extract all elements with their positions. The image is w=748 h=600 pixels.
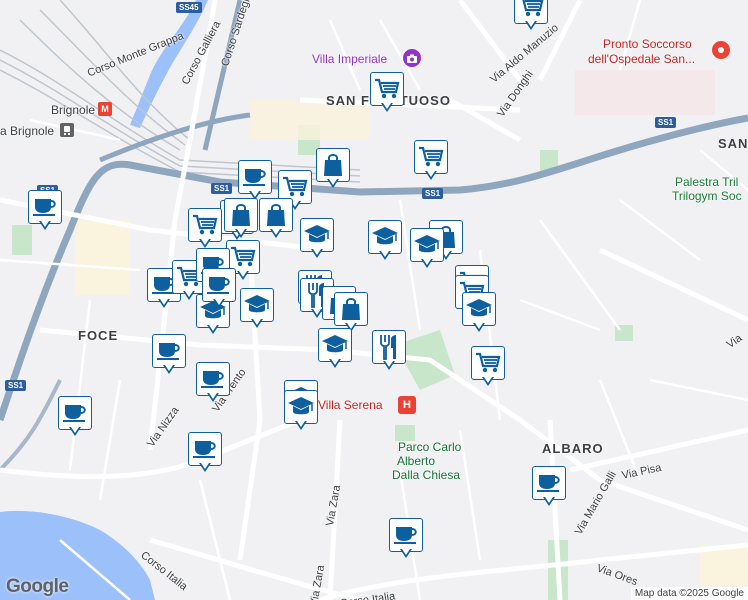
restaurant-marker[interactable] — [372, 330, 406, 372]
shopping-bag-marker[interactable] — [224, 198, 258, 240]
school-marker[interactable] — [300, 218, 334, 260]
shopping-cart-marker[interactable] — [370, 72, 404, 114]
coffee-icon — [188, 432, 222, 466]
coffee-icon — [58, 396, 92, 430]
coffee-icon — [238, 160, 272, 194]
hospital-pin-icon[interactable] — [712, 41, 730, 59]
hospital-icon[interactable]: H — [398, 396, 416, 414]
camera-icon[interactable] — [403, 49, 421, 67]
coffee-marker[interactable] — [238, 160, 272, 202]
shopping-cart-icon — [370, 72, 404, 106]
school-marker[interactable] — [240, 288, 274, 330]
school-icon — [368, 220, 402, 254]
poi-label: Palestra Tril — [675, 175, 739, 189]
school-icon — [462, 292, 496, 326]
train-station-icon[interactable] — [60, 123, 74, 137]
school-icon — [284, 390, 318, 424]
coffee-marker[interactable] — [58, 396, 92, 438]
poi-label: dell'Ospedale San... — [588, 52, 696, 66]
park-label: Dalla Chiesa — [392, 468, 461, 482]
ss1-shield: SS1 — [655, 117, 677, 128]
school-icon — [300, 218, 334, 252]
poi-label: Pronto Soccorso — [603, 37, 692, 51]
coffee-marker[interactable] — [202, 268, 236, 310]
coffee-icon — [28, 190, 62, 224]
station-label: a Brignole — [0, 124, 55, 138]
poi-label: Villa Serena — [318, 398, 383, 412]
shopping-bag-icon — [224, 198, 258, 232]
coffee-marker[interactable] — [196, 362, 230, 404]
coffee-marker[interactable] — [389, 518, 423, 560]
shopping-cart-marker[interactable] — [188, 208, 222, 250]
ss1-shield: SS1 — [211, 183, 233, 194]
coffee-marker[interactable] — [532, 466, 566, 508]
school-marker[interactable] — [284, 390, 318, 432]
shopping-bag-icon — [259, 198, 293, 232]
coffee-icon — [532, 466, 566, 500]
ss45-shield: SS45 — [176, 2, 202, 13]
coffee-icon — [196, 362, 230, 396]
school-marker[interactable] — [410, 228, 444, 270]
ss1-shield: SS1 — [5, 380, 27, 391]
google-logo: Google — [6, 576, 69, 597]
district-label: FOCE — [78, 328, 119, 343]
coffee-icon — [152, 334, 186, 368]
metro-icon[interactable]: M — [98, 102, 112, 116]
coffee-marker[interactable] — [28, 190, 62, 232]
coffee-icon — [202, 268, 236, 302]
park-label: Alberto — [397, 454, 436, 468]
shopping-cart-icon — [414, 140, 448, 174]
coffee-marker[interactable] — [188, 432, 222, 474]
coffee-icon — [389, 518, 423, 552]
district-label: SAN — [718, 136, 748, 151]
school-icon — [410, 228, 444, 262]
shopping-cart-marker[interactable] — [471, 346, 505, 388]
school-marker[interactable] — [368, 220, 402, 262]
shopping-cart-marker[interactable] — [514, 0, 548, 32]
poi-label: Villa Imperiale — [312, 52, 388, 66]
school-marker[interactable] — [318, 328, 352, 370]
station-label: Brignole — [51, 103, 96, 117]
school-icon — [240, 288, 274, 322]
school-marker[interactable] — [462, 292, 496, 334]
park-label: Parco Carlo — [398, 440, 462, 454]
shopping-cart-icon — [471, 346, 505, 380]
coffee-marker[interactable] — [152, 334, 186, 376]
shopping-bag-marker[interactable] — [259, 198, 293, 240]
school-icon — [318, 328, 352, 362]
shopping-bag-icon — [334, 292, 368, 326]
shopping-cart-icon — [188, 208, 222, 242]
poi-label: Trilogym Soc — [672, 189, 742, 203]
district-label: ALBARO — [542, 441, 604, 456]
restaurant-icon — [372, 330, 406, 364]
shopping-cart-marker[interactable] — [414, 140, 448, 182]
map-canvas[interactable]: SS45 SS1 SS1 SS1 SS1 SS1 Corso Monte Gra… — [0, 0, 748, 600]
map-credit[interactable]: Map data ©2025 Google — [630, 587, 748, 600]
ss1-shield: SS1 — [422, 188, 444, 199]
shopping-bag-icon — [316, 148, 350, 182]
shopping-bag-marker[interactable] — [316, 148, 350, 190]
